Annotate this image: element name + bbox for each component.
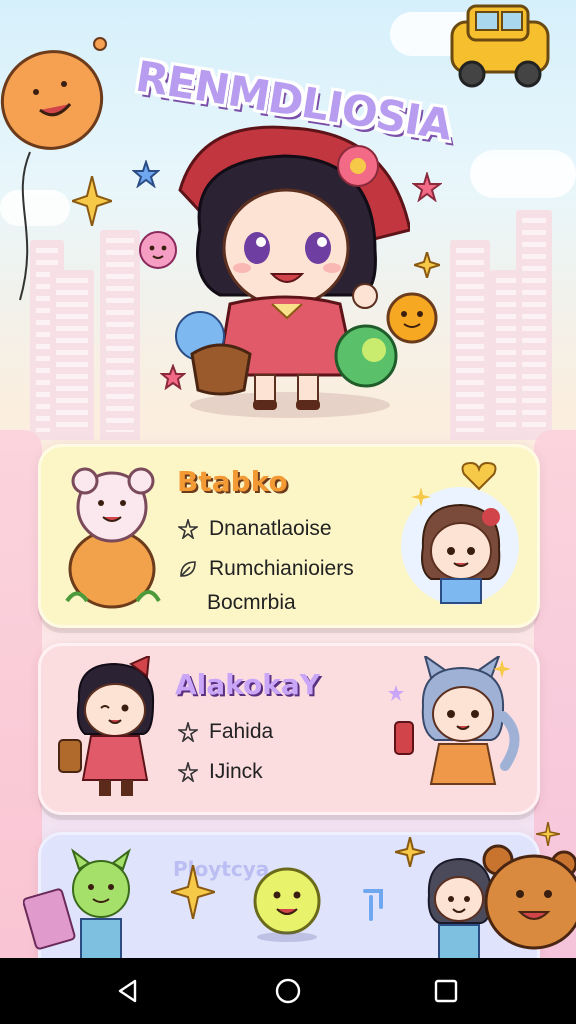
card-title: AlakokaY xyxy=(175,668,321,701)
list-item-label: Rumchianioiers xyxy=(209,557,354,580)
list-item-label: Bocmrbia xyxy=(207,591,296,614)
back-button[interactable] xyxy=(113,976,143,1006)
brown-bear-icon xyxy=(482,844,576,950)
navigation-bar xyxy=(0,958,576,1024)
star-icon xyxy=(412,172,442,202)
star-icon xyxy=(388,685,404,701)
leaf-icon xyxy=(177,558,199,580)
card-title: Btabko xyxy=(177,465,288,498)
sparkle-icon xyxy=(72,176,112,226)
list-item[interactable]: Fahida xyxy=(177,720,273,744)
home-button[interactable] xyxy=(273,976,303,1006)
list-item-label: Dnanatlaoise xyxy=(209,517,332,540)
chibi-girl-character-icon xyxy=(58,656,155,796)
back-triangle-icon xyxy=(118,979,137,1003)
list-item[interactable]: Dnanatlaoise xyxy=(177,517,332,541)
car-icon xyxy=(450,4,550,88)
sparkle-icon xyxy=(171,865,215,919)
sparkle-icon xyxy=(493,660,511,678)
green-creature-icon xyxy=(23,848,131,960)
bear-character-icon xyxy=(65,467,161,609)
character-card-3[interactable]: Ploytcya xyxy=(23,832,540,965)
cloud-decor xyxy=(470,150,576,198)
list-item[interactable]: Bocmrbia xyxy=(207,591,296,615)
character-card-1[interactable]: Btabko Dnanatlaoise Rumchianioiers Bocmr… xyxy=(38,444,540,628)
list-item-label: Fahida xyxy=(209,720,274,743)
list-item-label: IJinck xyxy=(209,760,263,783)
balloon-character-icon xyxy=(0,37,107,301)
star-icon xyxy=(177,518,199,540)
recents-square-icon xyxy=(434,979,458,1003)
basket-icon xyxy=(175,311,252,396)
star-icon xyxy=(177,721,199,743)
recents-button[interactable] xyxy=(431,976,461,1006)
heart-icon xyxy=(461,461,497,491)
cursor-icon xyxy=(363,889,383,921)
orange-blob-icon xyxy=(386,292,438,344)
sparkle-icon xyxy=(414,252,440,278)
sparkle-icon xyxy=(536,822,560,846)
yellow-blob-icon xyxy=(253,867,321,942)
home-circle-icon xyxy=(275,978,301,1004)
star-icon xyxy=(132,160,160,188)
character-card-2[interactable]: AlakokaY Fahida IJinck xyxy=(38,643,540,815)
list-item[interactable]: Rumchianioiers xyxy=(177,557,354,581)
list-item[interactable]: IJinck xyxy=(177,760,263,784)
sparkle-icon xyxy=(411,487,431,507)
star-icon xyxy=(177,761,199,783)
